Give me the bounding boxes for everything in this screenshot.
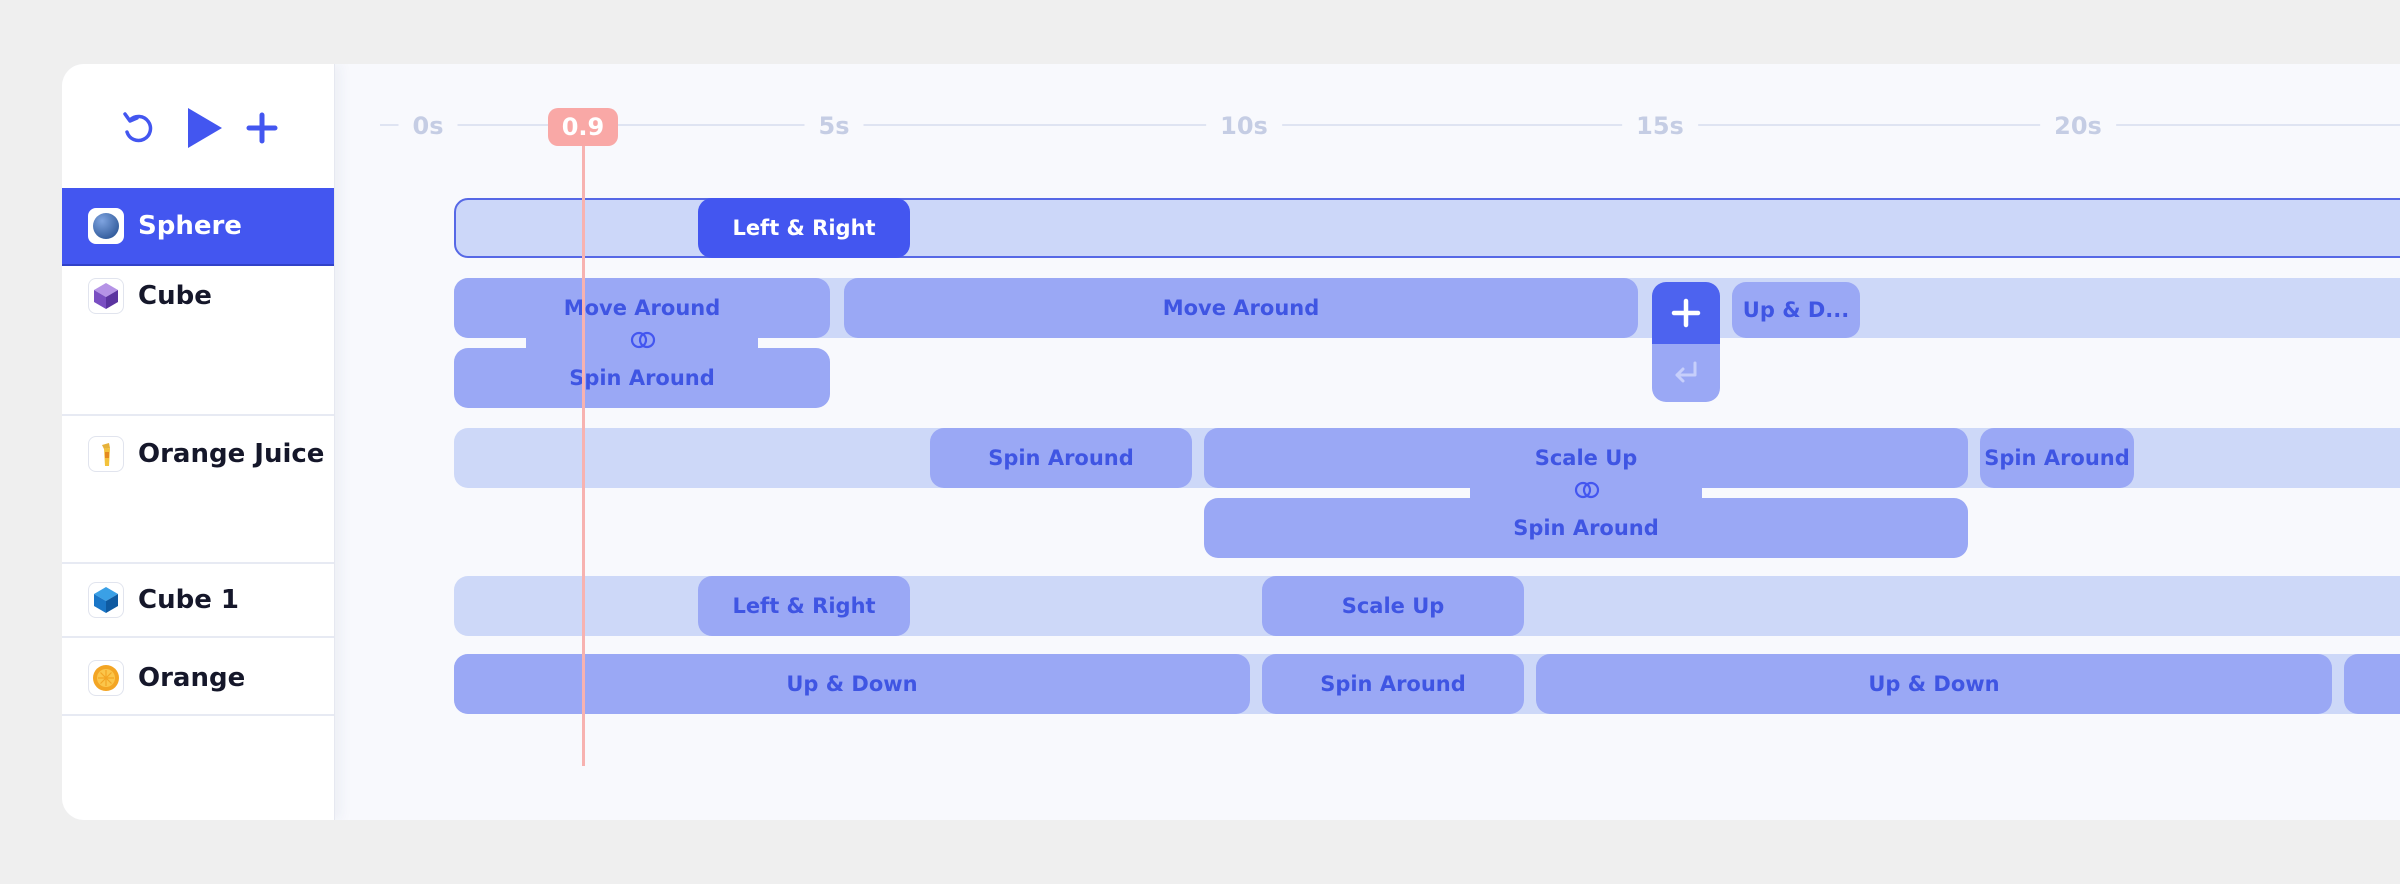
- cube-icon: [88, 278, 124, 314]
- clip-spin-around[interactable]: Spin Around: [1262, 654, 1524, 714]
- clip-spin-around[interactable]: Spin Around: [1204, 498, 1968, 558]
- rotate-ccw-icon: [123, 112, 153, 143]
- timeline-editor: Sphere Cube Orange Juice Cube 1 Orange 0…: [62, 64, 2400, 820]
- orange-juice-icon: [88, 436, 124, 472]
- clip-left-right[interactable]: Left & Right: [698, 576, 910, 636]
- clip-spin-around[interactable]: Spin Around: [1980, 428, 2134, 488]
- plus-icon: [1671, 298, 1701, 328]
- add-clip-control: [1652, 282, 1720, 402]
- play-icon: [188, 108, 222, 148]
- sphere-icon: [88, 208, 124, 244]
- object-label: Sphere: [138, 211, 242, 241]
- object-row-orange-juice[interactable]: Orange Juice: [62, 416, 334, 564]
- clip-scale-up[interactable]: Scale Up: [1262, 576, 1524, 636]
- clip-up-down[interactable]: Up & D...: [1732, 282, 1860, 338]
- object-row-sphere[interactable]: Sphere: [62, 188, 334, 266]
- orange-icon: [88, 660, 124, 696]
- enter-button[interactable]: [1652, 344, 1720, 402]
- app-frame: Sphere Cube Orange Juice Cube 1 Orange 0…: [0, 0, 2400, 884]
- link-icon: [1574, 481, 1600, 499]
- playhead-line[interactable]: [582, 146, 585, 766]
- object-label: Orange: [138, 663, 246, 693]
- clip-spin-around[interactable]: Spin Around: [930, 428, 1192, 488]
- object-row-orange[interactable]: Orange: [62, 638, 334, 716]
- return-icon: [1675, 361, 1697, 383]
- tick-label: 0s: [398, 108, 458, 144]
- object-row-cube-1[interactable]: Cube 1: [62, 564, 334, 638]
- toolbar: [62, 64, 334, 188]
- add-clip-button[interactable]: [1652, 282, 1720, 344]
- link-icon: [630, 331, 656, 349]
- clip-up-down[interactable]: Up & Down: [1536, 654, 2332, 714]
- clip-up-down[interactable]: Up & Down: [454, 654, 1250, 714]
- playhead-time[interactable]: 0.9: [548, 108, 618, 146]
- clip[interactable]: [2344, 654, 2400, 714]
- object-sidebar: Sphere Cube Orange Juice Cube 1 Orange: [62, 64, 335, 820]
- object-label: Cube: [138, 281, 212, 311]
- object-row-cube[interactable]: Cube: [62, 266, 334, 416]
- clip-spin-around[interactable]: Spin Around: [454, 348, 830, 408]
- add-object-button[interactable]: [238, 104, 286, 152]
- object-label: Orange Juice: [138, 439, 325, 469]
- cube-1-icon: [88, 582, 124, 618]
- tick-label: 5s: [804, 108, 864, 144]
- tick-label: 20s: [2040, 108, 2116, 144]
- play-button[interactable]: [180, 104, 228, 152]
- object-label: Cube 1: [138, 585, 239, 615]
- tick-label: 15s: [1622, 108, 1698, 144]
- clip-scale-up[interactable]: Scale Up: [1204, 428, 1968, 488]
- timeline-area: 0s 5s 10s 15s 20s Left & Right Move Arou…: [334, 64, 2400, 820]
- clip-move-around[interactable]: Move Around: [454, 278, 830, 338]
- clip-left-right[interactable]: Left & Right: [698, 198, 910, 258]
- tick-label: 10s: [1206, 108, 1282, 144]
- reset-button[interactable]: [114, 104, 162, 152]
- clip-move-around[interactable]: Move Around: [844, 278, 1638, 338]
- plus-icon: [246, 112, 278, 144]
